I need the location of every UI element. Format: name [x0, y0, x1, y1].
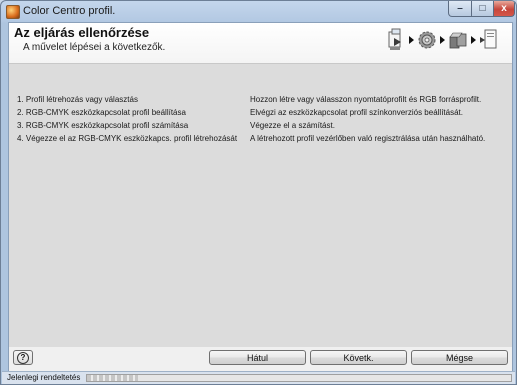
step-description: Végezze el a számítást. — [250, 121, 335, 130]
step-action: 4. Végezze el az RGB-CMYK eszközkapcs. p… — [17, 134, 238, 143]
step-arrow-icon — [440, 36, 445, 44]
list-item: 3. RGB-CMYK eszközkapcsolat profil számí… — [9, 121, 512, 133]
step-description: A létrehozott profil vezérlőben való reg… — [250, 134, 486, 143]
page-title: Az eljárás ellenőrzése — [14, 25, 150, 40]
document-register-icon — [480, 29, 497, 49]
gear-icon — [418, 31, 436, 49]
list-item: 2. RGB-CMYK eszközkapcsolat profil beáll… — [9, 108, 512, 120]
step-action: 2. RGB-CMYK eszközkapcsolat profil beáll… — [17, 108, 186, 117]
step-description: Elvégzi az eszközkapcsolat profil színko… — [250, 108, 463, 117]
close-button[interactable]: x — [493, 1, 515, 17]
steps-list: 1. Profil létrehozás vagy választás Hozz… — [9, 64, 512, 347]
step-arrow-icon — [409, 36, 414, 44]
wizard-panel: Az eljárás ellenőrzése A művelet lépései… — [8, 22, 513, 373]
cancel-button[interactable]: Mégse — [411, 350, 508, 365]
maximize-button[interactable]: □ — [471, 1, 494, 17]
minimize-button[interactable]: – — [448, 1, 472, 17]
printer-profile-icon — [388, 28, 401, 50]
status-bar: Jelenlegi rendeltetés — [2, 371, 515, 384]
status-text: Jelenlegi rendeltetés — [7, 373, 81, 382]
step-description: Hozzon létre vagy válasszon nyomtatóprof… — [250, 95, 482, 104]
app-icon — [6, 5, 20, 19]
window-title: Color Centro profil. — [23, 5, 116, 17]
button-bar: ? Hátul Követk. Mégse — [9, 347, 512, 372]
wizard-header: Az eljárás ellenőrzése A művelet lépései… — [9, 23, 512, 64]
rgb-cmyk-boxes-icon — [449, 32, 467, 49]
help-icon: ? — [17, 351, 29, 364]
back-button[interactable]: Hátul — [209, 350, 306, 365]
progress-fill — [87, 375, 138, 381]
progress-bar — [86, 374, 512, 382]
help-button[interactable]: ? — [13, 350, 33, 365]
step-arrow-icon — [471, 36, 476, 44]
step-action: 1. Profil létrehozás vagy választás — [17, 95, 138, 104]
page-subtitle: A művelet lépései a következők. — [23, 42, 166, 53]
application-window: Color Centro profil. – □ x Az eljárás el… — [0, 0, 517, 385]
list-item: 1. Profil létrehozás vagy választás Hozz… — [9, 95, 512, 107]
list-item: 4. Végezze el az RGB-CMYK eszközkapcs. p… — [9, 134, 512, 146]
next-button[interactable]: Követk. — [310, 350, 407, 365]
step-action: 3. RGB-CMYK eszközkapcsolat profil számí… — [17, 121, 189, 130]
title-bar[interactable]: Color Centro profil. – □ x — [1, 1, 516, 23]
